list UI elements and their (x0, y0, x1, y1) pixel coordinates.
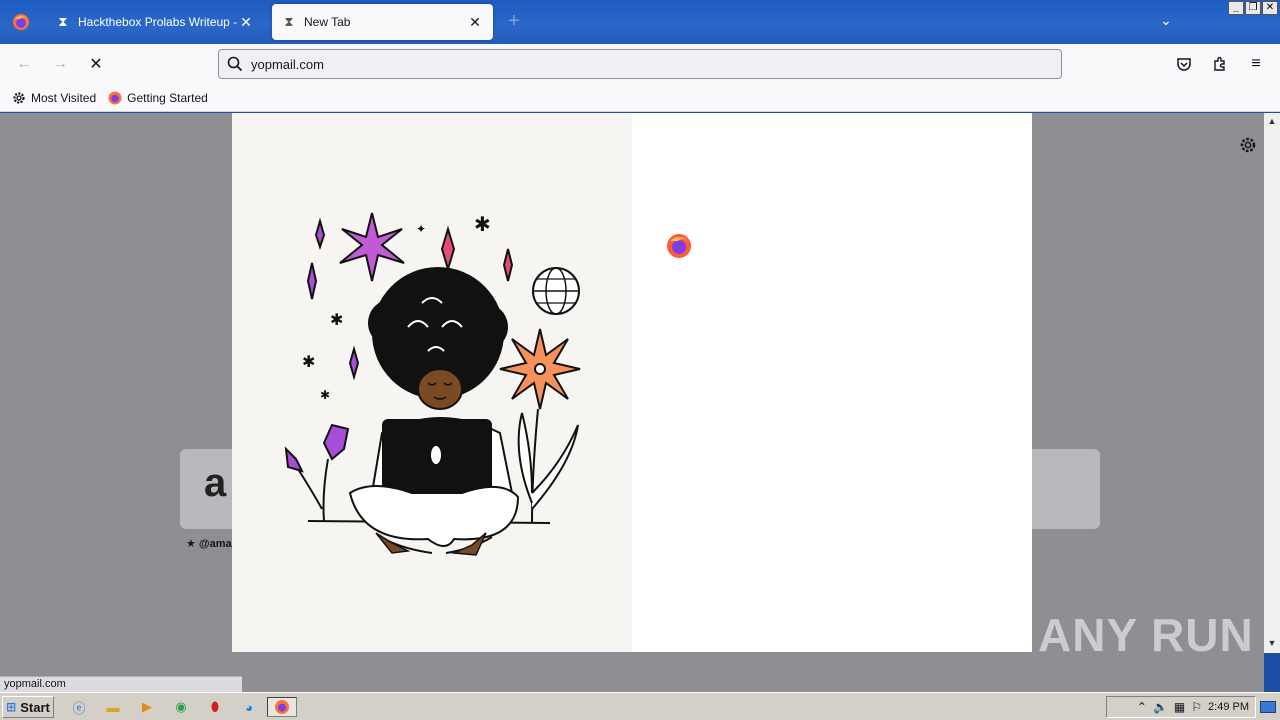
onboarding-illustration: ✱ ✱ ✱ ✱ ✦ (232, 113, 632, 652)
svg-text:✦: ✦ (416, 222, 426, 236)
firefox-taskbar-icon[interactable] (267, 697, 297, 717)
tab-strip: ⧗ Hackthebox Prolabs Writeup - HTB ✕ ⧗ N… (0, 0, 1280, 44)
flag-icon[interactable]: ⚐ (1191, 700, 1202, 714)
media-player-icon[interactable]: ▶ (136, 697, 158, 717)
svg-text:✱: ✱ (330, 312, 343, 329)
url-bar[interactable] (218, 49, 1062, 79)
chevron-down-icon[interactable]: ⌄ (1156, 12, 1176, 32)
tab-title: New Tab (304, 15, 351, 29)
opera-icon[interactable]: ⬮ (204, 697, 226, 717)
gear-icon (12, 91, 26, 105)
close-window-button[interactable]: ✕ (1262, 1, 1278, 15)
clock[interactable]: 2:49 PM (1208, 701, 1249, 713)
scroll-down-arrow-icon[interactable]: ▼ (1264, 635, 1280, 651)
start-button[interactable]: ⊞ Start (2, 696, 54, 718)
new-tab-plus-icon[interactable]: + (503, 10, 525, 32)
internet-explorer-icon[interactable]: ⓔ (68, 697, 90, 717)
bookmark-label: Most Visited (31, 90, 97, 105)
stop-loading-icon[interactable]: ✕ (84, 52, 108, 76)
page-content: a ★ @ama ✱ ✱ ✱ ✱ ✦ (0, 113, 1264, 692)
chrome-icon[interactable]: ◉ (170, 697, 192, 717)
svg-text:✱: ✱ (474, 214, 491, 236)
tab-title: Hackthebox Prolabs Writeup - HTB (78, 15, 238, 29)
search-icon (227, 56, 243, 72)
tab-hackthebox[interactable]: ⧗ Hackthebox Prolabs Writeup - HTB ✕ (46, 4, 264, 40)
url-input[interactable] (251, 56, 1031, 72)
windows-logo-icon: ⊞ (6, 700, 17, 714)
minimize-window-button[interactable]: _ (1228, 1, 1244, 15)
network-icon[interactable]: ▦ (1174, 700, 1185, 714)
scroll-up-arrow-icon[interactable]: ▲ (1264, 113, 1280, 129)
hamburger-menu-icon[interactable]: ≡ (1244, 52, 1268, 76)
gear-icon[interactable] (1238, 135, 1258, 155)
close-tab-icon[interactable]: ✕ (467, 14, 483, 31)
forward-arrow-icon[interactable]: → (48, 52, 72, 76)
firefox-icon (108, 91, 122, 105)
show-desktop-icon[interactable] (1258, 697, 1278, 717)
bookmark-getting-started[interactable]: Getting Started (108, 91, 208, 105)
close-tab-icon[interactable]: ✕ (238, 14, 254, 31)
extensions-puzzle-icon[interactable] (1208, 52, 1232, 76)
pocket-icon[interactable] (1172, 52, 1196, 76)
amazon-logo-icon: a (204, 461, 227, 505)
edge-icon[interactable]: ◕ (238, 697, 260, 717)
hourglass-icon: ⧗ (284, 14, 294, 29)
folder-icon[interactable]: ▬ (102, 697, 124, 717)
system-tray: ⌃ 🔈 ▦ ⚐ 2:49 PM (1106, 696, 1256, 718)
volume-icon[interactable]: 🔈 (1153, 700, 1168, 714)
start-label: Start (20, 699, 50, 715)
top-site-label: ★ @ama (186, 538, 232, 550)
onboarding-dialog: ✱ ✱ ✱ ✱ ✦ (232, 113, 1032, 652)
hourglass-icon: ⧗ (58, 14, 68, 29)
svg-text:✱: ✱ (320, 388, 330, 402)
navigation-toolbar: ← → ✕ ≡ (0, 44, 1280, 84)
person-with-laptop-illustration: ✱ ✱ ✱ ✱ ✦ (284, 212, 581, 556)
status-url-panel: yopmail.com (0, 676, 242, 692)
bookmark-label: Getting Started (127, 90, 208, 105)
firefox-logo-icon (666, 233, 692, 259)
bookmark-most-visited[interactable]: Most Visited (12, 91, 96, 105)
svg-text:✱: ✱ (302, 354, 315, 371)
vertical-scrollbar[interactable]: ▲ ▼ (1264, 113, 1280, 653)
back-arrow-icon[interactable]: ← (12, 52, 36, 76)
bookmarks-toolbar: Most Visited Getting Started (0, 84, 1280, 112)
tray-expand-icon[interactable]: ⌃ (1137, 700, 1147, 714)
taskbar: ⊞ Start ⓔ ▬ ▶ ◉ ⬮ ◕ ⌃ 🔈 ▦ ⚐ 2:49 PM (0, 692, 1280, 720)
restore-window-button[interactable]: ❐ (1245, 1, 1261, 15)
tab-new-tab[interactable]: ⧗ New Tab ✕ (272, 4, 493, 40)
anyrun-watermark: ANY RUN (1038, 609, 1254, 661)
firefox-menu-icon[interactable] (0, 0, 42, 44)
